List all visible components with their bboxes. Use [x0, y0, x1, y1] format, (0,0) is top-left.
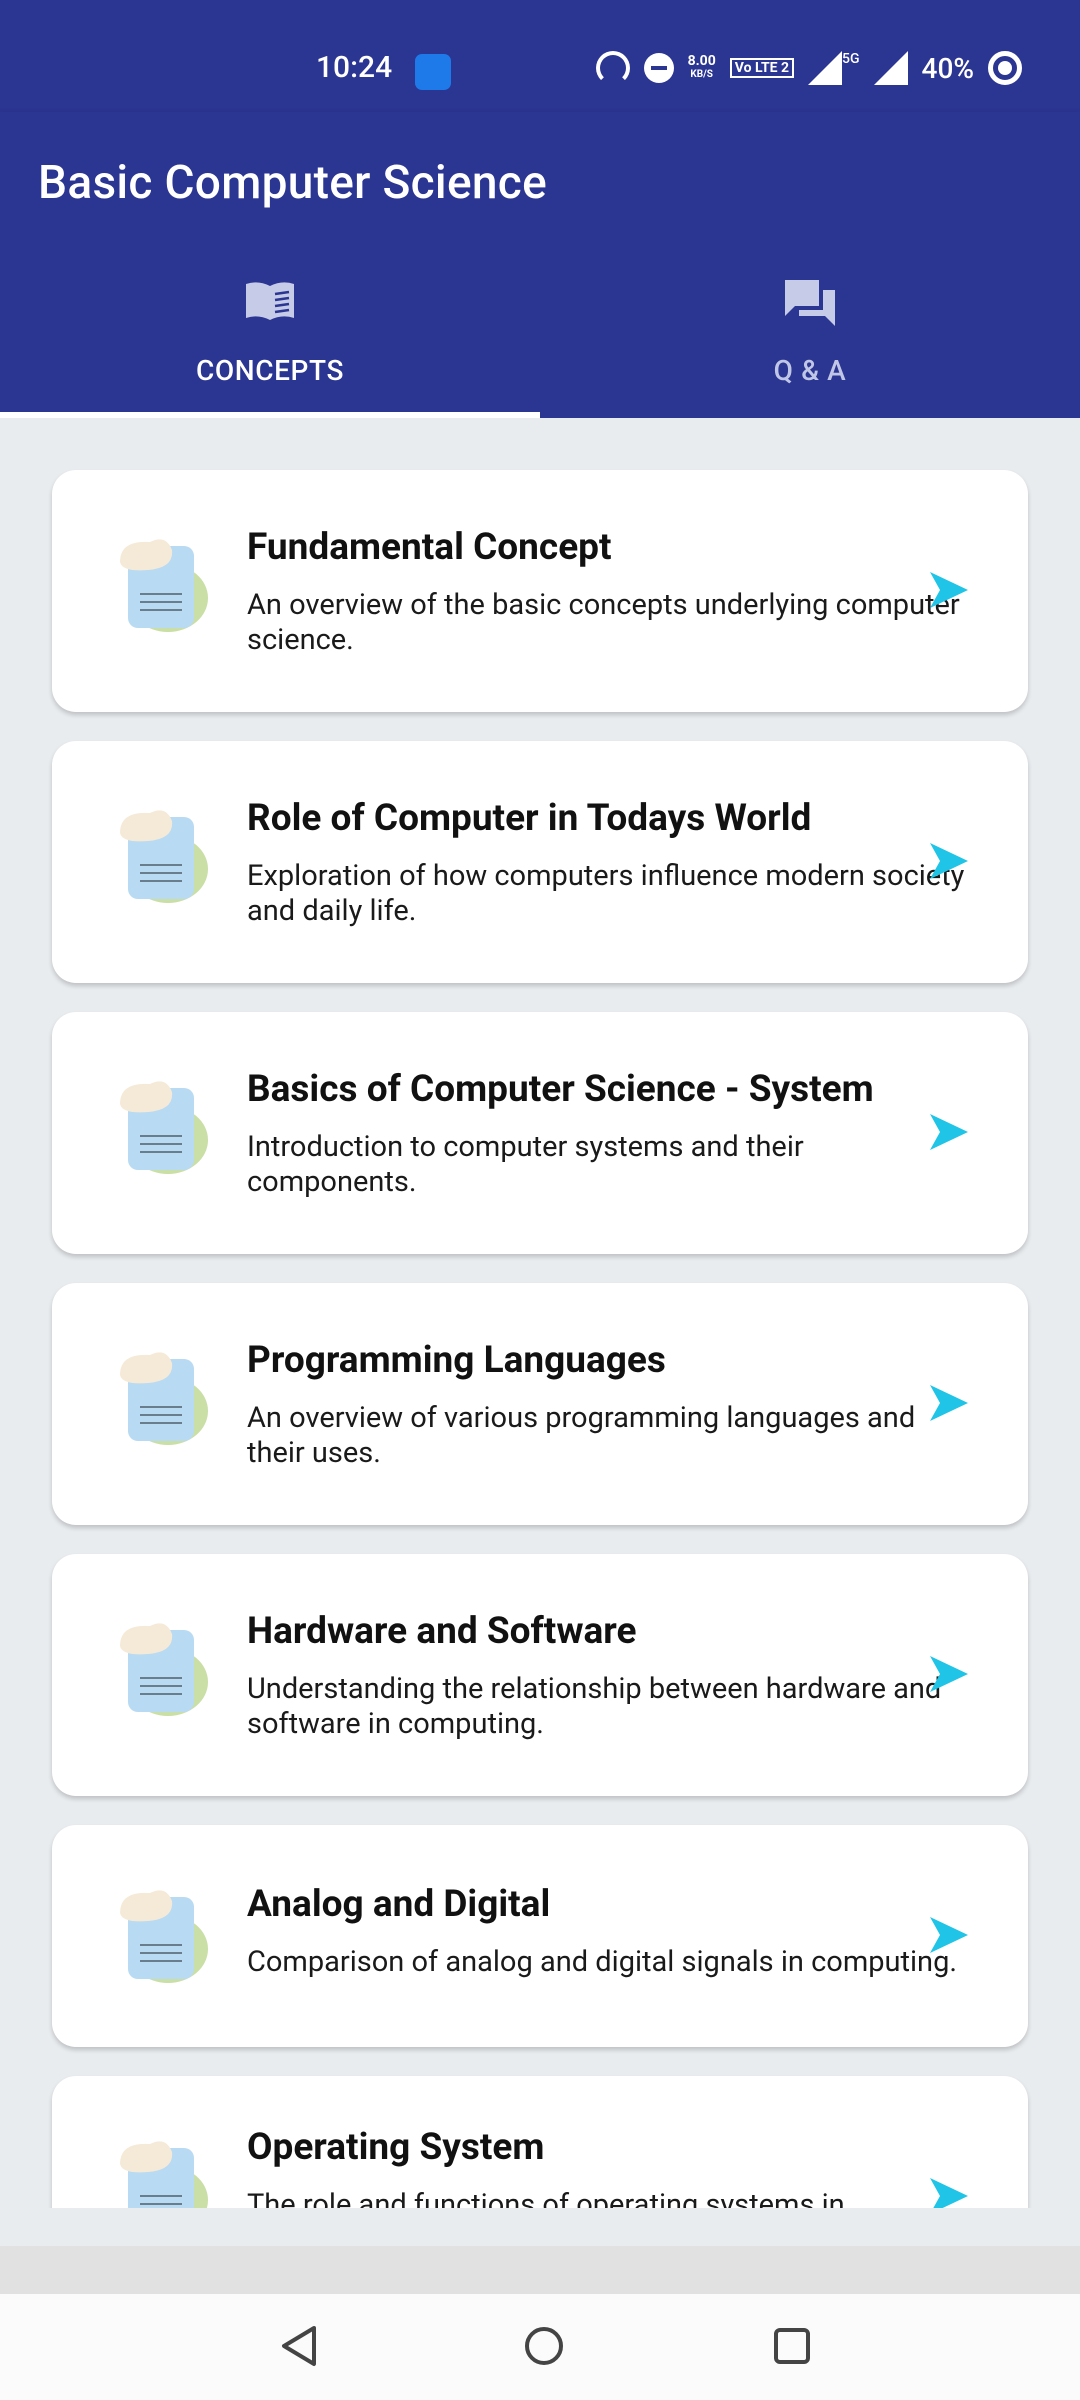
tab-bar: CONCEPTS Q & A	[0, 246, 1080, 418]
arrow-right-icon	[930, 1114, 968, 1150]
system-navigation-bar	[0, 2294, 1080, 2400]
network-speed-value: 8.00	[687, 53, 716, 69]
volte-icon: Vo LTE 2	[729, 58, 795, 78]
app-bar: Basic Computer Science	[0, 112, 1080, 246]
arrow-right-icon	[930, 572, 968, 608]
topic-description: An overview of various programming langu…	[247, 1401, 916, 1470]
topic-card[interactable]: Programming Languages An overview of var…	[52, 1283, 1028, 1525]
battery-percent: 40%	[921, 51, 974, 85]
notes-icon	[120, 1890, 208, 1983]
arrow-right-icon	[930, 2178, 968, 2208]
topic-description: Introduction to computer systems and the…	[247, 1130, 804, 1199]
topic-description: An overview of the basic concepts underl…	[247, 588, 960, 657]
topic-description: Comparison of analog and digital signals…	[247, 1945, 958, 1979]
topic-title: Analog and Digital	[247, 1883, 551, 1926]
android-notification-icon	[415, 54, 451, 90]
topic-description: The role and functions of operating syst…	[247, 2188, 845, 2208]
arrow-right-icon	[930, 1656, 968, 1692]
network-speed: 8.00 KB/S	[688, 54, 716, 82]
status-icons: 8.00 KB/S Vo LTE 2 5G 40%	[595, 48, 1022, 88]
topic-title: Programming Languages	[247, 1339, 666, 1382]
signal-2-icon	[873, 51, 908, 85]
tab-concepts[interactable]: CONCEPTS	[0, 246, 540, 418]
network-type-label: 5G	[842, 51, 860, 67]
notes-icon	[120, 1352, 208, 1445]
home-icon[interactable]	[522, 2322, 566, 2370]
topic-title: Fundamental Concept	[247, 526, 612, 569]
topic-list[interactable]: Fundamental Concept An overview of the b…	[0, 418, 1080, 2208]
topic-card[interactable]: Fundamental Concept An overview of the b…	[52, 470, 1028, 712]
topic-description: Exploration of how computers influence m…	[247, 859, 965, 928]
app-title: Basic Computer Science	[38, 156, 548, 210]
tab-qa-label: Q & A	[773, 354, 847, 387]
topic-title: Role of Computer in Todays World	[247, 797, 812, 840]
tab-concepts-label: CONCEPTS	[196, 354, 344, 387]
recents-icon[interactable]	[770, 2322, 814, 2370]
arrow-right-icon	[930, 1917, 968, 1953]
topic-title: Operating System	[247, 2126, 545, 2169]
status-time: 10:24	[316, 50, 393, 85]
hotspot-icon	[595, 51, 630, 85]
tab-qa[interactable]: Q & A	[540, 246, 1080, 418]
topic-card[interactable]: Hardware and Software Understanding the …	[52, 1554, 1028, 1796]
network-speed-unit: KB/S	[690, 69, 713, 80]
topic-title: Hardware and Software	[247, 1610, 637, 1653]
status-bar: 10:24 8.00 KB/S Vo LTE 2 5G 40%	[0, 0, 1080, 112]
topic-description: Understanding the relationship between h…	[247, 1672, 942, 1741]
notes-icon	[120, 810, 208, 903]
back-icon[interactable]	[276, 2322, 320, 2370]
book-icon	[246, 282, 294, 320]
topic-title: Basics of Computer Science - System	[247, 1068, 874, 1111]
topic-card[interactable]: Basics of Computer Science - System Intr…	[52, 1012, 1028, 1254]
notes-icon	[120, 1081, 208, 1174]
topic-card[interactable]: Operating System The role and functions …	[52, 2076, 1028, 2208]
arrow-right-icon	[930, 1385, 968, 1421]
arrow-right-icon	[930, 843, 968, 879]
notes-icon	[120, 1623, 208, 1716]
do-not-disturb-icon	[643, 53, 674, 83]
battery-icon	[988, 51, 1022, 85]
bottom-strip	[0, 2246, 1080, 2294]
topic-card[interactable]: Analog and Digital Comparison of analog …	[52, 1825, 1028, 2047]
signal-icon	[808, 51, 843, 85]
notes-icon	[120, 539, 208, 632]
topic-card[interactable]: Role of Computer in Todays World Explora…	[52, 741, 1028, 983]
chat-icon	[785, 280, 835, 326]
notes-icon	[120, 2141, 208, 2208]
